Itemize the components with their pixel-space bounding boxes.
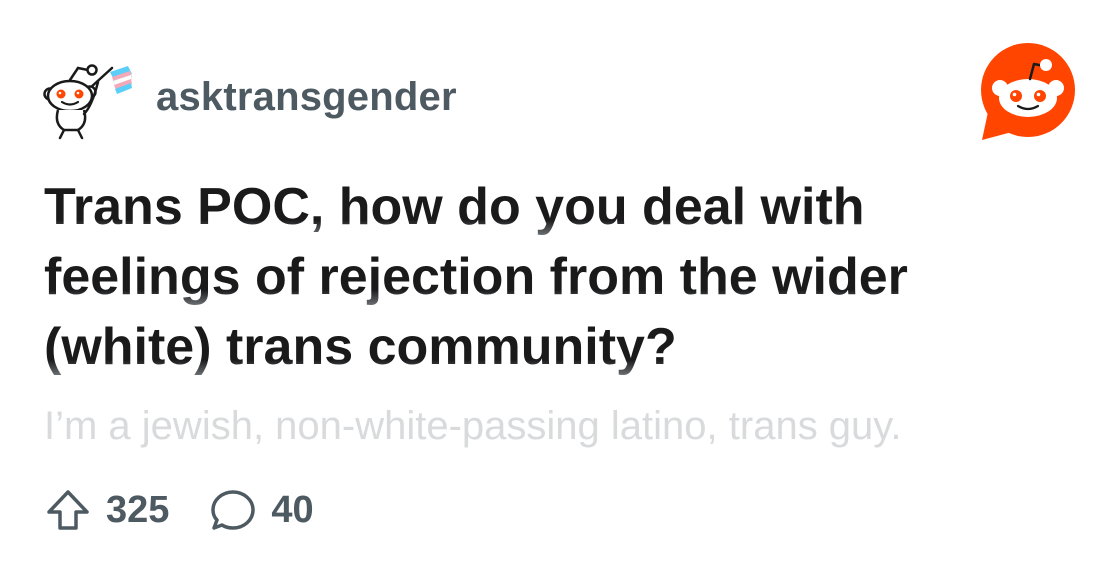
post-card[interactable]: asktransgender Trans POC, how do you dea… [0,0,1120,584]
subreddit-name[interactable]: asktransgender [156,75,457,120]
comment-count: 40 [271,488,314,531]
upvote-count: 325 [106,488,170,531]
comment-stat[interactable]: 40 [209,486,314,534]
reddit-logo-icon [981,43,1075,140]
post-stats: 325 40 [44,484,314,536]
upvote-stat[interactable]: 325 [44,486,169,534]
comment-bubble-icon[interactable] [209,486,257,534]
post-title-text: Trans POC, how do you deal with feelings… [44,178,908,376]
upvote-arrow-icon[interactable] [44,486,92,534]
snoo-trans-flag-icon [43,64,133,140]
post-header: asktransgender [42,60,457,140]
post-body-preview: I’m a jewish, non-white-passing latino, … [44,404,902,448]
post-title[interactable]: Trans POC, how do you deal with feelings… [44,172,1064,382]
